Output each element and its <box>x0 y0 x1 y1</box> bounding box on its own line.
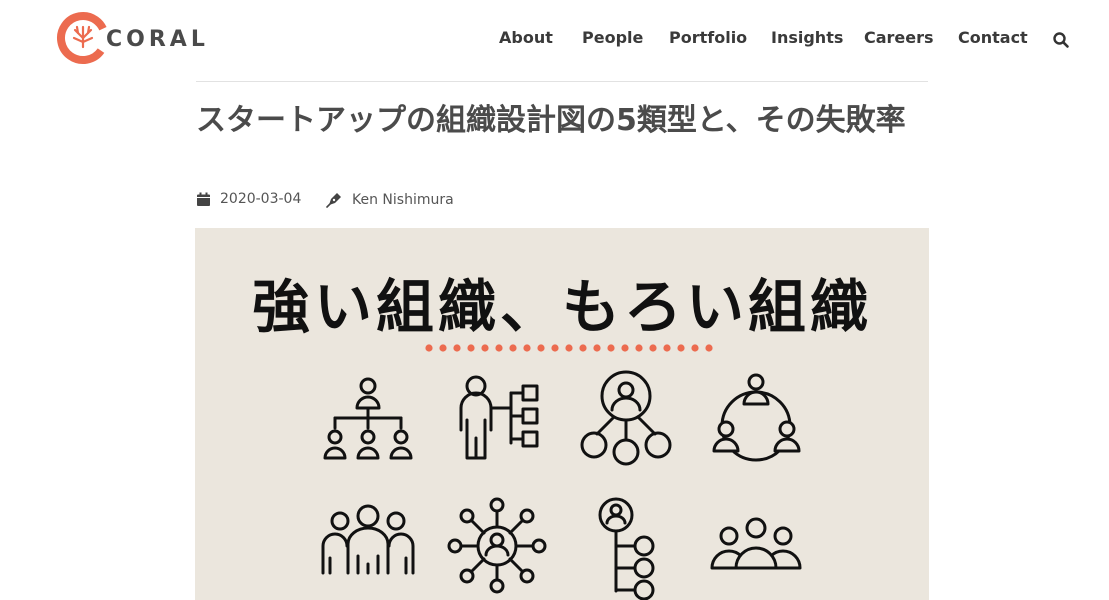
search-icon[interactable] <box>1052 31 1070 49</box>
person-tree-icon <box>598 497 655 600</box>
nav-people[interactable]: People <box>582 28 643 47</box>
nav-careers[interactable]: Careers <box>864 28 934 47</box>
divider-dot <box>607 344 615 352</box>
nav-contact[interactable]: Contact <box>958 28 1028 47</box>
divider-dot <box>509 344 517 352</box>
nav-portfolio[interactable]: Portfolio <box>669 28 747 47</box>
divider-dot <box>579 344 587 352</box>
publish-date: 2020-03-04 <box>196 191 301 207</box>
divider-dot <box>691 344 699 352</box>
divider-dot <box>467 344 475 352</box>
publish-date-text: 2020-03-04 <box>220 191 302 207</box>
pen-icon <box>326 193 341 208</box>
nav-insights[interactable]: Insights <box>771 28 843 47</box>
hero-heading: 強い組織、もろい組織 <box>251 273 872 341</box>
header-divider <box>196 81 928 82</box>
org-icon-grid <box>321 370 802 600</box>
author-name[interactable]: Ken Nishimura <box>352 192 454 208</box>
divider-dot <box>663 344 671 352</box>
divider-dot <box>495 344 503 352</box>
divider-dot <box>649 344 657 352</box>
divider-dot <box>537 344 545 352</box>
divider-dot <box>523 344 531 352</box>
star-network-icon <box>447 497 547 594</box>
hierarchy-org-icon <box>323 377 413 460</box>
dotted-divider <box>425 344 713 352</box>
divider-dot <box>453 344 461 352</box>
article-title: スタートアップの組織設計図の5類型と、その失敗率 <box>196 103 906 138</box>
divider-dot <box>439 344 447 352</box>
divider-dot <box>705 344 713 352</box>
nav-about[interactable]: About <box>499 28 553 47</box>
calendar-icon <box>197 192 210 206</box>
hub-network-icon <box>580 370 672 466</box>
divider-dot <box>677 344 685 352</box>
person-chart-icon <box>459 375 539 460</box>
circular-team-icon <box>712 373 801 462</box>
site-header: CORAL About People Portfolio Insights Ca… <box>0 0 1109 78</box>
hero-image: 強い組織、もろい組織 <box>195 228 929 600</box>
divider-dot <box>593 344 601 352</box>
divider-dot <box>425 344 433 352</box>
divider-dot <box>635 344 643 352</box>
main-nav: About People Portfolio Insights Careers … <box>0 28 1109 50</box>
author: Ken Nishimura <box>326 191 454 208</box>
three-people-icon <box>710 517 802 570</box>
crowd-group-icon <box>321 504 415 575</box>
divider-dot <box>565 344 573 352</box>
divider-dot <box>621 344 629 352</box>
divider-dot <box>551 344 559 352</box>
divider-dot <box>481 344 489 352</box>
